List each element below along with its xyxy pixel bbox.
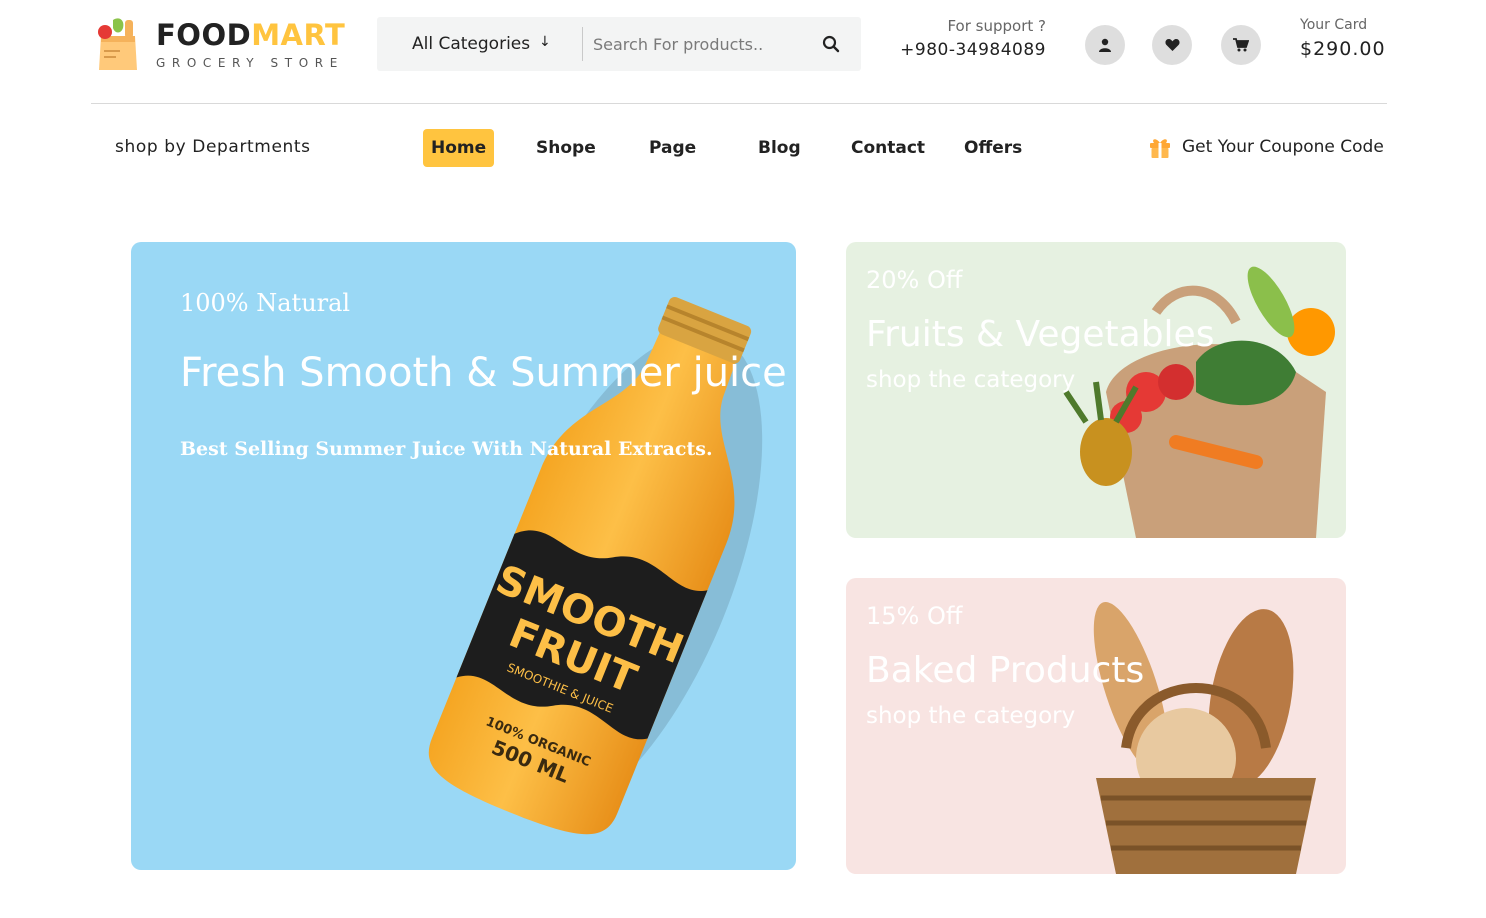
support-info: For support ? +980-34984089 [896, 17, 1046, 60]
logo-wordmark: FOODMART [156, 18, 345, 52]
hero-banner[interactable]: SMOOTH FRUIT SMOOTHIE & JUICE 100% ORGAN… [131, 242, 796, 870]
category-select-value: All Categories [412, 34, 531, 54]
coupon-label: Get Your Coupone Code [1182, 137, 1384, 157]
cart-amount: $290.00 [1300, 38, 1386, 60]
nav-contact[interactable]: Contact [851, 129, 925, 167]
cart-summary[interactable]: Your Card $290.00 [1300, 17, 1400, 60]
nav-shope[interactable]: Shope [536, 129, 596, 167]
grocery-bag-logo-icon [98, 18, 137, 70]
support-label: For support ? [947, 17, 1046, 35]
cart-button[interactable] [1221, 25, 1261, 65]
header-divider [91, 103, 1387, 104]
shop-by-departments[interactable]: shop by Departments [115, 137, 311, 157]
promo-discount: 20% Off [866, 266, 963, 294]
promo-card-baked[interactable]: 15% Off Baked Products shop the category [846, 578, 1346, 874]
hero-title: Fresh Smooth & Summer juice [180, 350, 787, 396]
account-button[interactable] [1085, 25, 1125, 65]
logo-word-mart: MART [251, 18, 346, 52]
hero-description: Best Selling Summer Juice With Natural E… [180, 438, 713, 460]
nav-offers[interactable]: Offers [964, 129, 1022, 167]
hero-eyebrow: 100% Natural [180, 289, 351, 317]
support-phone[interactable]: +980-34984089 [896, 40, 1046, 60]
promo-discount: 15% Off [866, 602, 963, 630]
search-icon [822, 35, 840, 53]
promo-card-fruits[interactable]: 20% Off Fruits & Vegetables shop the cat… [846, 242, 1346, 538]
nav-page[interactable]: Page [649, 129, 696, 167]
promo-title: Fruits & Vegetables [866, 314, 1215, 355]
heart-icon [1164, 39, 1180, 51]
coupon-link[interactable]: Get Your Coupone Code [1148, 135, 1384, 159]
nav-home[interactable]: Home [423, 129, 495, 167]
promo-title: Baked Products [866, 650, 1145, 691]
search-button[interactable] [801, 17, 861, 71]
logo-tagline: GROCERY STORE [156, 56, 344, 70]
nav-blog[interactable]: Blog [758, 129, 801, 167]
search-input[interactable] [583, 17, 801, 71]
promo-link[interactable]: shop the category [866, 367, 1075, 393]
category-select[interactable]: All Categories ↓ [377, 17, 582, 71]
gift-icon [1150, 139, 1170, 158]
promo-link[interactable]: shop the category [866, 703, 1075, 729]
cart-icon [1233, 38, 1249, 52]
logo[interactable]: FOODMART GROCERY STORE [93, 14, 345, 74]
search-bar: All Categories ↓ [377, 17, 861, 71]
wishlist-button[interactable] [1152, 25, 1192, 65]
user-icon [1099, 38, 1111, 52]
logo-word-food: FOOD [156, 18, 252, 52]
arrow-down-icon: ↓ [539, 34, 551, 50]
cart-label: Your Card [1300, 17, 1368, 33]
